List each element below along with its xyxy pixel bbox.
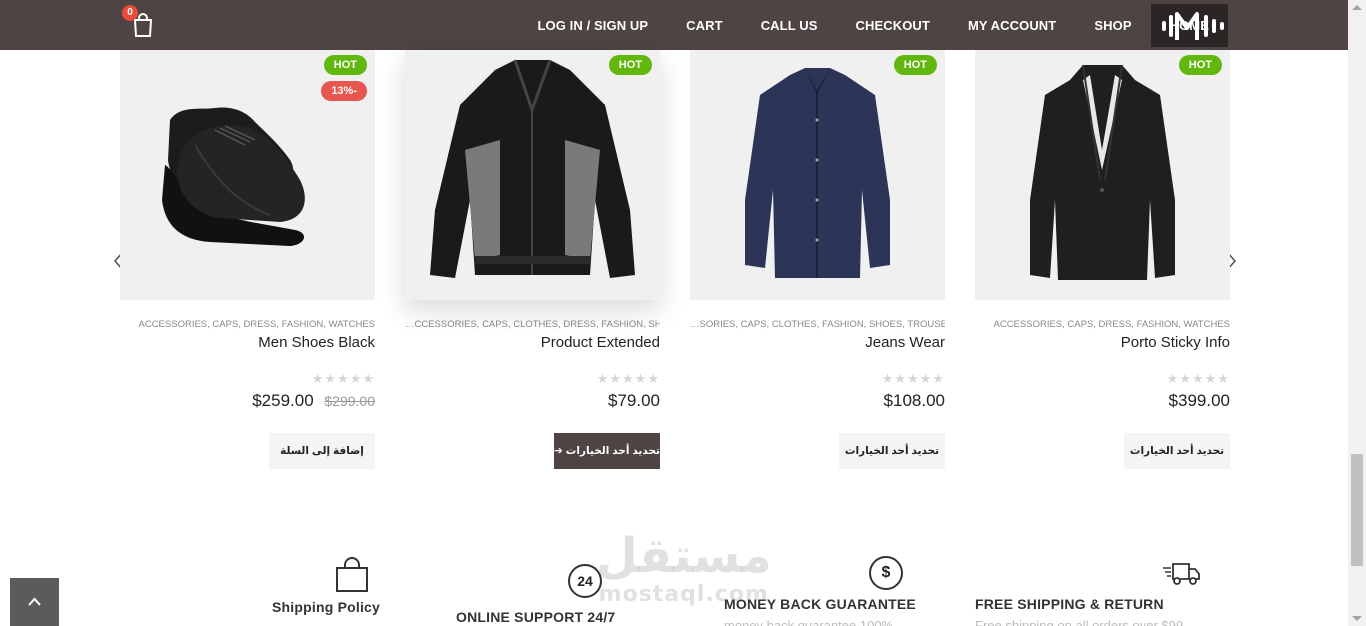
nav-checkout[interactable]: CHECKOUT (836, 4, 948, 47)
current-price: $108.00 (883, 391, 945, 410)
nav-cart[interactable]: CART (667, 4, 742, 47)
product-price: $259.00 $299.00 (120, 391, 375, 411)
sale-badge: 13%- (321, 81, 367, 101)
page-scrollbar[interactable] (1348, 0, 1366, 626)
scroll-thumb[interactable] (1351, 454, 1363, 566)
site-logo[interactable] (1162, 10, 1228, 42)
dollar-icon: $ (869, 556, 903, 590)
product-name[interactable]: Porto Sticky Info (975, 334, 1230, 351)
product-price: $79.00 (405, 391, 660, 411)
scroll-up-arrow-icon[interactable] (1352, 5, 1362, 10)
product-name[interactable]: Product Extended (405, 334, 660, 351)
product-image[interactable]: HOT (975, 50, 1230, 300)
feature-title: Shipping Policy (272, 599, 381, 615)
current-price: $79.00 (608, 391, 660, 410)
rating-stars: ★★★★★ (311, 371, 375, 386)
feature-subtitle: Free shipping on all orders over $99 (975, 618, 1184, 626)
cart-button[interactable]: 0 (122, 5, 156, 39)
hot-badge: HOT (323, 55, 367, 75)
watermark-latin: mostaql.com (598, 582, 769, 607)
product-image[interactable]: HOT (405, 50, 660, 300)
hot-badge: HOT (893, 55, 937, 75)
hot-badge: HOT (1178, 55, 1222, 75)
product-card[interactable]: HOT …CCESSORIES, CAPS, CLOTHES, DRESS, F… (405, 50, 660, 469)
truck-icon (1163, 563, 1200, 585)
select-options-button[interactable]: ➔ تحديد أحد الخيارات (554, 433, 660, 469)
product-categories[interactable]: …CCESSORIES, CAPS, CLOTHES, DRESS, FASHI… (405, 319, 660, 330)
feature-title: FREE SHIPPING & RETURN (975, 596, 1164, 612)
add-to-cart-button[interactable]: إضافة إلى السلة (269, 433, 375, 469)
feature-title: ONLINE SUPPORT 24/7 (456, 609, 616, 625)
product-price: $399.00 (975, 391, 1230, 411)
current-price: $259.00 (252, 391, 314, 410)
current-price: $399.00 (1168, 391, 1230, 410)
rating-stars: ★★★★★ (596, 371, 660, 386)
product-card[interactable]: HOT …SORIES, CAPS, CLOTHES, FASHION, SHO… (690, 50, 945, 469)
product-categories[interactable]: …SORIES, CAPS, CLOTHES, FASHION, SHOES, … (690, 319, 945, 330)
back-to-top-button[interactable] (10, 578, 59, 626)
shirt-image (745, 68, 890, 278)
product-categories[interactable]: ACCESSORIES, CAPS, DRESS, FASHION, WATCH… (975, 319, 1231, 330)
product-image[interactable]: HOT 13%- (120, 50, 375, 300)
product-name[interactable]: Jeans Wear (690, 334, 945, 351)
product-card[interactable]: HOT 13%- ACCESSORIES, CAPS, DRESS, FASHI… (120, 50, 376, 469)
shopping-bag-icon (336, 557, 368, 592)
select-options-button[interactable]: تحديد أحد الخيارات (839, 433, 945, 469)
feature-subtitle: money back guarantee 100% (724, 618, 894, 626)
product-categories[interactable]: ACCESSORIES, CAPS, DRESS, FASHION, WATCH… (120, 319, 376, 330)
rating-stars: ★★★★★ (881, 371, 945, 386)
hot-badge: HOT (608, 55, 652, 75)
watermark-arabic: مستقل (596, 528, 772, 584)
watermark: مستقل mostaql.com (596, 528, 772, 606)
main-nav: LOG IN / SIGN UP CART CALL US CHECKOUT M… (519, 4, 1228, 47)
cart-count-badge: 0 (122, 5, 138, 21)
product-price: $108.00 (690, 391, 945, 411)
nav-my-account[interactable]: MY ACCOUNT (949, 4, 1075, 47)
blazer-image (1030, 64, 1175, 280)
arrow-right-icon: ➔ (554, 445, 566, 457)
product-card[interactable]: HOT ACCESSORIES, CAPS, DRESS, FASHION, W… (975, 50, 1231, 469)
nav-login-signup[interactable]: LOG IN / SIGN UP (519, 4, 668, 47)
jacket-image (430, 59, 635, 278)
product-name[interactable]: Men Shoes Black (120, 334, 375, 351)
select-options-button[interactable]: تحديد أحد الخيارات (1124, 433, 1230, 469)
scroll-down-arrow-icon[interactable] (1352, 616, 1362, 621)
top-navbar: 0 LOG IN / SIGN UP CART CALL US CHECKOUT… (0, 0, 1348, 50)
nav-call-us[interactable]: CALL US (742, 4, 837, 47)
select-options-label: تحديد أحد الخيارات (565, 445, 660, 457)
product-image[interactable]: HOT (690, 50, 945, 300)
rating-stars: ★★★★★ (1166, 371, 1230, 386)
chevron-up-icon (28, 597, 41, 606)
nav-shop[interactable]: SHOP (1075, 4, 1150, 47)
old-price: $299.00 (324, 393, 375, 409)
